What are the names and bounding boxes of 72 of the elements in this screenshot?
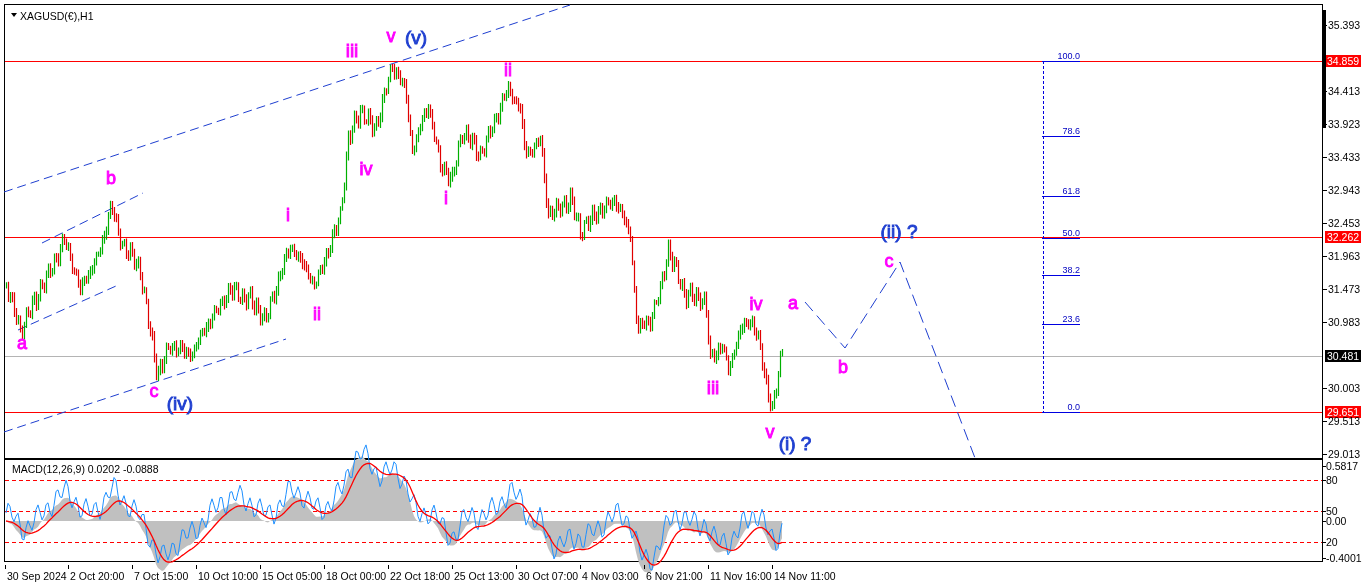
wave-label: b: [106, 168, 116, 188]
wave-label: v: [386, 26, 396, 46]
fibonacci-level-line: [1041, 61, 1081, 62]
fibonacci-label: 78.6: [1062, 126, 1080, 136]
wave-label: iii: [345, 40, 359, 61]
time-label: 2 Oct 20:00: [70, 570, 125, 582]
time-label: 15 Oct 05:00: [262, 570, 323, 582]
macd-axis-label: 0.5817: [1326, 460, 1359, 472]
price-tag: 29.651: [1325, 406, 1361, 418]
fibonacci-label: 50.0: [1062, 228, 1080, 238]
wave-label: i: [444, 188, 448, 208]
time-label: 14 Nov 11:00: [774, 570, 836, 582]
time-label: 4 Nov 03:00: [582, 570, 639, 582]
fibonacci-level-line: [1041, 324, 1081, 325]
wave-label: iv: [359, 159, 373, 179]
price-label: 30.983: [1328, 316, 1361, 328]
time-label: 7 Oct 15:00: [134, 570, 189, 582]
price-label: 31.473: [1328, 283, 1361, 295]
time-label: 22 Oct 18:00: [390, 570, 451, 582]
macd-title: MACD(12,26,9) 0.0202 -0.0888: [12, 463, 159, 475]
fibonacci-label: 100.0: [1057, 51, 1080, 61]
price-label: 32.943: [1328, 184, 1361, 196]
wave-label: a: [17, 333, 27, 353]
macd-axis-label: 50: [1326, 505, 1338, 517]
wave-label: v: [765, 422, 775, 442]
price-label: 30.003: [1328, 382, 1361, 394]
wave-label: a: [788, 293, 798, 313]
price-label: 29.013: [1328, 448, 1361, 460]
macd-axis-label: 20: [1326, 536, 1338, 548]
time-label: 25 Oct 13:00: [454, 570, 515, 582]
fibonacci-label: 0.0: [1067, 402, 1080, 412]
fibonacci-level-line: [1041, 238, 1081, 239]
fibonacci-level-line: [1041, 136, 1081, 137]
macd-axis-label: 0.00: [1326, 515, 1347, 527]
price-label: 35.393: [1328, 19, 1361, 31]
wave-label: i: [286, 205, 290, 225]
chart-title: XAGUSD(€),H1: [20, 10, 94, 22]
time-label: 30 Oct 07:00: [518, 570, 579, 582]
wave-label: c: [149, 381, 159, 401]
wave-label: (v): [404, 27, 428, 48]
fibonacci-label: 38.2: [1062, 265, 1080, 275]
macd-axis-label: -0.4001: [1326, 552, 1362, 564]
price-label: 33.433: [1328, 151, 1361, 163]
fibonacci-label: 23.6: [1062, 314, 1080, 324]
fibonacci-label: 61.8: [1062, 186, 1080, 196]
time-label: 18 Oct 00:00: [326, 570, 387, 582]
wave-label: ii: [313, 304, 321, 324]
wave-label: c: [884, 251, 894, 271]
fibonacci-level-line: [1041, 196, 1081, 197]
time-label: 10 Oct 10:00: [198, 570, 259, 582]
fibonacci-level-line: [1041, 275, 1081, 276]
price-tag: 34.859: [1325, 55, 1361, 67]
wave-label: (iv): [166, 393, 194, 414]
time-label: 30 Sep 2024: [7, 570, 67, 582]
wave-label: iii: [706, 377, 720, 398]
time-label: 6 Nov 21:00: [646, 570, 703, 582]
price-label: 29.513: [1328, 415, 1361, 427]
fibonacci-level-line: [1041, 412, 1081, 413]
price-label: 31.963: [1328, 250, 1361, 262]
macd-axis-label: 80: [1326, 474, 1338, 486]
dropdown-triangle-icon[interactable]: [11, 13, 17, 17]
wave-label: (ii) ?: [880, 221, 918, 242]
wave-label: (i) ?: [778, 433, 812, 454]
price-tag: 32.262: [1325, 231, 1361, 243]
price-label: 34.413: [1328, 85, 1361, 97]
price-label: 32.453: [1328, 217, 1361, 229]
wave-label: b: [838, 357, 848, 377]
price-tag: 30.481: [1325, 350, 1361, 362]
wave-label: iv: [749, 294, 763, 314]
time-label: 11 Nov 16:00: [710, 570, 772, 582]
wave-label: ii: [504, 60, 512, 80]
price-label: 33.923: [1328, 118, 1361, 130]
